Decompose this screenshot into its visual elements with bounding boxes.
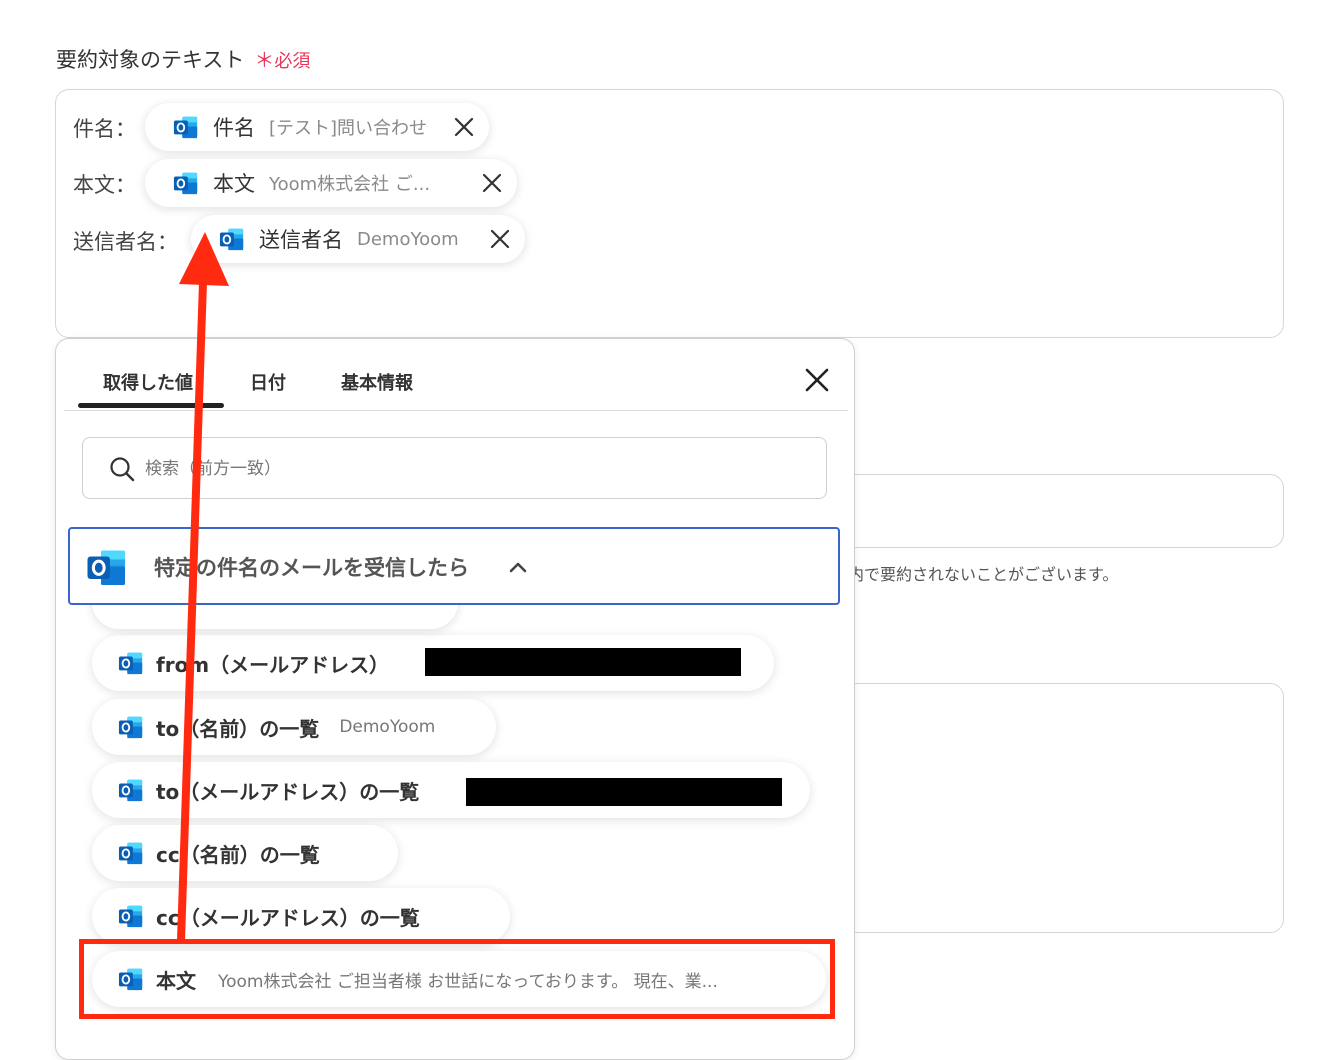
outlook-icon (118, 650, 144, 676)
editor-line-label: 本文： (73, 173, 136, 197)
redacted-value (425, 648, 741, 676)
outlook-icon (118, 903, 144, 929)
outlook-icon (219, 226, 245, 252)
active-tab-indicator (78, 403, 224, 408)
outlook-icon (173, 170, 199, 196)
tab-divider (64, 410, 848, 411)
search-input[interactable] (143, 452, 787, 486)
outlook-icon (118, 840, 144, 866)
section-title: 特定の件名のメールを受信したら (154, 556, 469, 580)
text-editor[interactable]: 件名： 件名 [テスト]問い合わせ 本文： 本文 Yoom株式会社 ご... 送… (55, 89, 1284, 338)
list-item-cc-names[interactable]: cc（名前）の一覧 (92, 825, 398, 881)
editor-line-label: 送信者名： (73, 230, 178, 254)
variable-chip-sender[interactable]: 送信者名 DemoYoom (191, 215, 525, 263)
outlook-icon (86, 546, 128, 588)
list-item-to-names[interactable]: to（名前）の一覧 DemoYoom (92, 699, 496, 755)
tab-date[interactable]: 日付 (250, 369, 286, 395)
background-input[interactable] (780, 474, 1284, 548)
close-icon[interactable] (804, 367, 830, 393)
background-textarea[interactable] (780, 683, 1284, 933)
tab-acquired-values[interactable]: 取得した値 (103, 369, 193, 395)
close-icon[interactable] (481, 172, 503, 194)
variable-chip-subject[interactable]: 件名 [テスト]問い合わせ (145, 103, 489, 151)
background-note: 内で要約されないことがございます。 (848, 565, 1119, 584)
list-item-to-addresses[interactable]: to（メールアドレス）の一覧 (92, 762, 810, 818)
close-icon[interactable] (453, 116, 475, 138)
list-item-from-address[interactable]: from（メールアドレス） (92, 635, 774, 691)
search-field[interactable] (82, 437, 827, 499)
field-label: 要約対象のテキスト ＊必須 (56, 44, 310, 74)
field-label-text: 要約対象のテキスト (56, 48, 245, 72)
variable-chip-body[interactable]: 本文 Yoom株式会社 ご... (145, 159, 517, 207)
outlook-icon (118, 777, 144, 803)
redacted-value (466, 778, 782, 806)
tab-basic-info[interactable]: 基本情報 (341, 369, 413, 395)
section-header[interactable]: 特定の件名のメールを受信したら (68, 527, 840, 605)
required-badge: ＊必須 (254, 48, 311, 72)
search-icon (109, 456, 135, 486)
editor-line-label: 件名： (73, 117, 136, 141)
close-icon[interactable] (489, 228, 511, 250)
list-item-cc-addresses[interactable]: cc（メールアドレス）の一覧 (92, 888, 510, 944)
annotation-highlight-box (79, 939, 835, 1019)
outlook-icon (118, 714, 144, 740)
outlook-icon (173, 114, 199, 140)
chevron-up-icon[interactable] (508, 559, 528, 578)
